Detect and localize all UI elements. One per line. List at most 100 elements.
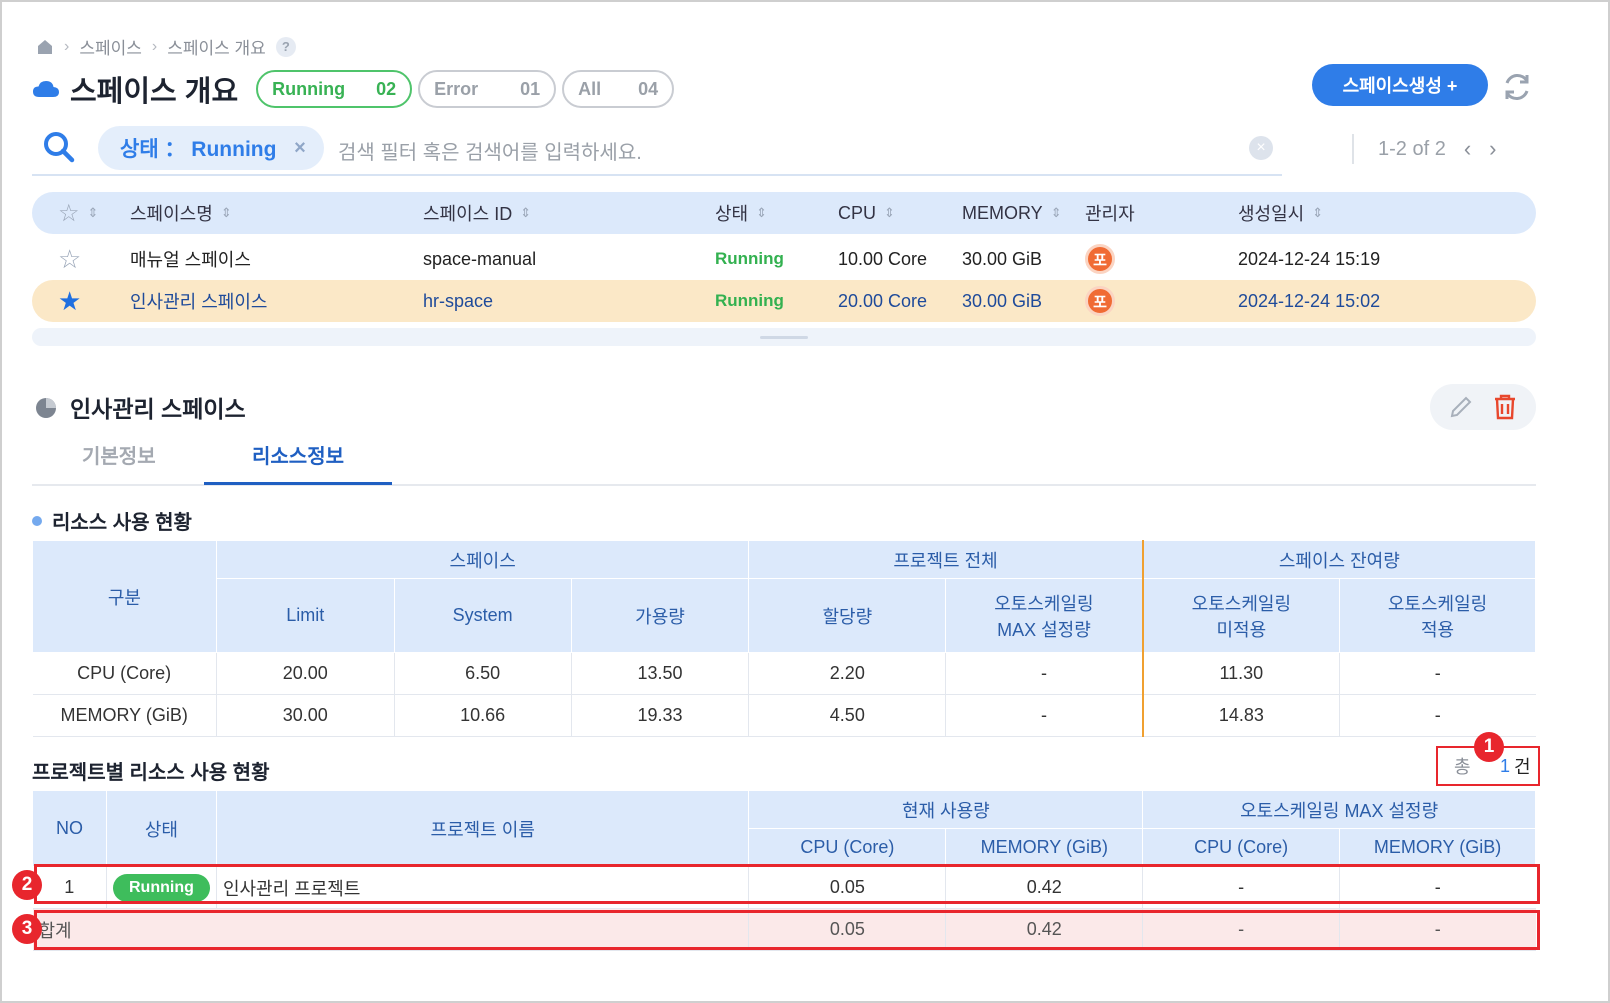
table-cell: 30.00 — [215, 694, 395, 737]
table-cell: 11.30 — [1141, 652, 1340, 695]
filter-all[interactable]: All 04 — [562, 70, 675, 108]
header-cpu: CPU (Core) — [1142, 828, 1341, 867]
tab-underline — [204, 482, 392, 485]
filter-running[interactable]: Running 02 — [256, 70, 413, 108]
sort-icon[interactable]: ⇕ — [520, 205, 531, 221]
created-at: 2024-12-24 15:02 — [1238, 290, 1381, 311]
star-outline-icon[interactable]: ☆ — [58, 199, 80, 228]
detail-title: 인사관리 스페이스 — [70, 396, 246, 422]
table-cell: 2.20 — [748, 652, 946, 695]
header-project-total: 프로젝트 전체 — [748, 540, 1144, 579]
cpu-value: 10.00 Core — [838, 248, 928, 269]
pie-chart-icon — [36, 398, 56, 418]
column-header-id[interactable]: 스페이스 ID ⇕ — [423, 192, 531, 234]
table-cell: 14.83 — [1141, 694, 1340, 737]
table-cell: - — [945, 652, 1143, 695]
close-icon[interactable]: × — [288, 136, 312, 160]
chevron-left-icon[interactable]: ‹ — [1464, 136, 1471, 162]
create-space-button[interactable]: 스페이스생성 + — [1312, 64, 1488, 106]
chevron-right-icon[interactable]: › — [1489, 136, 1496, 162]
search-bar: 상태 ： Running × 검색 필터 혹은 검색어를 입력하세요. × — [32, 124, 1282, 176]
column-header-admin: 관리자 — [1085, 192, 1135, 234]
table-row-selected[interactable]: ★ 인사관리 스페이스 hr-space Running 20.00 Core … — [32, 280, 1536, 322]
admin-avatar-cell: 포 — [1085, 238, 1115, 280]
filter-chip-status[interactable]: 상태 ： Running × — [98, 126, 324, 170]
section-title: 리소스 사용 현황 — [52, 512, 192, 534]
filter-error-count: 01 — [520, 78, 541, 99]
detail-header: 인사관리 스페이스 — [34, 390, 246, 424]
annotation-badge-3: 3 — [12, 914, 42, 944]
space-name: 매뉴얼 스페이스 — [130, 250, 251, 270]
star-outline-icon[interactable]: ☆ — [58, 238, 81, 280]
search-input[interactable]: 검색 필터 혹은 검색어를 입력하세요. — [338, 136, 642, 165]
filter-all-count: 04 — [638, 78, 659, 99]
column-header-memory[interactable]: MEMORY ⇕ — [962, 192, 1062, 234]
clear-icon[interactable]: × — [1249, 136, 1273, 160]
sort-icon[interactable]: ⇕ — [1051, 205, 1062, 221]
detail-actions — [1430, 384, 1536, 430]
home-icon[interactable] — [36, 38, 54, 56]
tab-basic-info[interactable]: 기본정보 — [82, 440, 156, 469]
sort-icon[interactable]: ⇕ — [884, 205, 895, 221]
header-current-usage: 현재 사용량 — [748, 790, 1144, 829]
column-header-name[interactable]: 스페이스명 ⇕ — [130, 192, 232, 234]
total-label: 총 — [1454, 757, 1471, 777]
resize-handle[interactable] — [32, 328, 1536, 346]
refresh-icon[interactable] — [1500, 70, 1534, 104]
header-available: 가용량 — [570, 578, 750, 653]
resource-usage-table: 구분 스페이스 프로젝트 전체 스페이스 잔여량 Limit System 가용… — [32, 540, 1536, 737]
header-project-name: 프로젝트 이름 — [215, 790, 750, 867]
header-space: 스페이스 — [215, 540, 750, 579]
header-limit: Limit — [215, 578, 395, 653]
filter-chip-label: 상태 ： Running — [120, 138, 277, 161]
table-cell: 6.50 — [393, 652, 572, 695]
column-label: CPU — [838, 202, 877, 223]
star-all-column[interactable]: ☆ ⇕ — [58, 192, 98, 234]
annotation-badge-2: 2 — [12, 870, 42, 900]
bullet-icon — [32, 515, 42, 526]
table-cell: - — [1339, 652, 1536, 695]
column-label: 스페이스 ID — [423, 204, 513, 224]
sort-icon[interactable]: ⇕ — [221, 205, 232, 221]
column-header-status[interactable]: 상태 ⇕ — [715, 192, 767, 234]
breadcrumb: › 스페이스 › 스페이스 개요 ? — [36, 34, 296, 59]
header-cpu: CPU (Core) — [748, 828, 947, 867]
help-icon[interactable]: ? — [275, 36, 296, 57]
trash-icon[interactable] — [1492, 393, 1518, 421]
annotation-badge-1: 1 — [1474, 732, 1504, 762]
search-icon[interactable] — [42, 130, 76, 164]
column-label: MEMORY — [962, 202, 1043, 223]
space-table-header: ☆ ⇕ 스페이스명 ⇕ 스페이스 ID ⇕ 상태 ⇕ CPU ⇕ MEMORY ⇕ 관리자 … — [32, 192, 1536, 234]
table-cell: 20.00 — [215, 652, 395, 695]
grip-icon[interactable] — [760, 336, 808, 339]
resource-usage-title: 리소스 사용 현황 — [32, 506, 192, 535]
star-filled-icon[interactable]: ★ — [58, 280, 81, 322]
total-unit: 건 — [1514, 757, 1531, 777]
header-autoscale-max: 오토스케일링 MAX 설정량 — [945, 578, 1144, 653]
sort-icon[interactable]: ⇕ — [756, 205, 767, 221]
table-row[interactable]: ☆ 매뉴얼 스페이스 space-manual Running 10.00 Co… — [32, 238, 1536, 280]
filter-running-label: Running — [272, 78, 346, 99]
avatar[interactable]: 포 — [1085, 286, 1115, 316]
column-header-created[interactable]: 생성일시 ⇕ — [1238, 192, 1323, 234]
cpu-value: 20.00 Core — [838, 290, 928, 311]
table-row: CPU (Core) 20.00 6.50 13.50 2.20 - 11.30… — [32, 652, 1536, 695]
memory-value: 30.00 GiB — [962, 248, 1043, 269]
filter-error[interactable]: Error 01 — [418, 70, 557, 108]
tab-resource-info[interactable]: 리소스정보 — [204, 440, 392, 469]
breadcrumb-item-space[interactable]: 스페이스 — [79, 34, 142, 59]
header-memory: MEMORY (GiB) — [945, 828, 1144, 867]
sort-icon[interactable]: ⇕ — [88, 205, 99, 221]
avatar[interactable]: 포 — [1085, 244, 1115, 274]
header-allocated: 할당량 — [748, 578, 947, 653]
table-cell: 10.66 — [393, 694, 572, 737]
project-usage-title: 프로젝트별 리소스 사용 현황 — [32, 762, 270, 784]
header-autoscale-on: 오토스케일링 적용 — [1339, 578, 1536, 653]
filter-error-label: Error — [434, 78, 479, 99]
chevron-right-icon: › — [64, 37, 70, 55]
edit-icon[interactable] — [1448, 394, 1474, 420]
page-title: 스페이스 개요 — [70, 76, 239, 108]
column-header-cpu[interactable]: CPU ⇕ — [838, 192, 895, 234]
table-cell: - — [945, 694, 1143, 737]
sort-icon[interactable]: ⇕ — [1312, 205, 1323, 221]
